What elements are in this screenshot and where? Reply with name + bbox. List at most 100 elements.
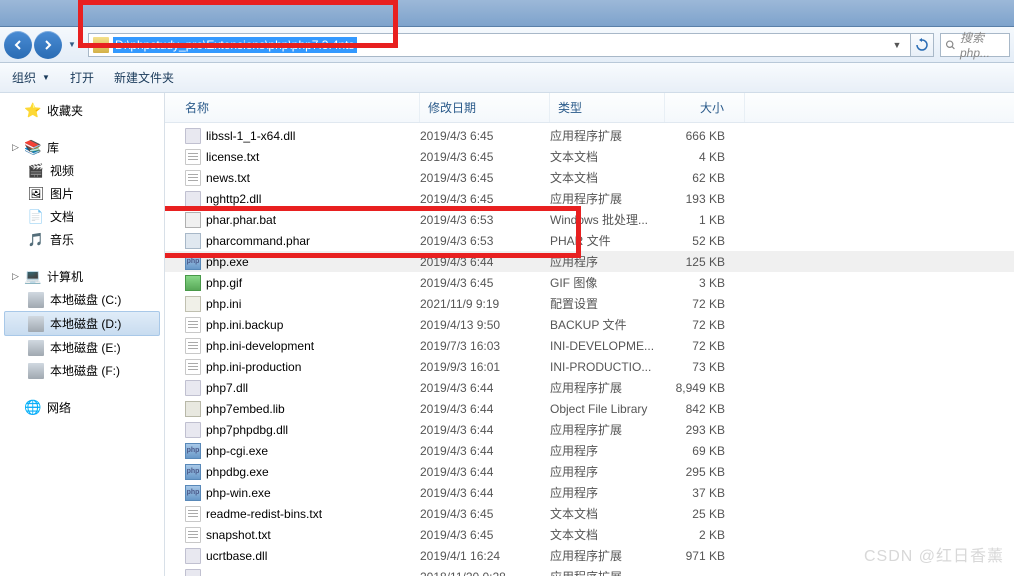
file-row[interactable]: php.gif 2019/4/3 6:45 GIF 图像 3 KB bbox=[165, 272, 1014, 293]
sidebar-item-label: 音乐 bbox=[50, 231, 74, 248]
file-row[interactable]: php.ini-development 2019/7/3 16:03 INI-D… bbox=[165, 335, 1014, 356]
sidebar-item[interactable]: 📄文档 bbox=[0, 205, 164, 228]
file-size: 72 KB bbox=[665, 297, 745, 311]
address-dropdown-icon[interactable]: ▼ bbox=[888, 40, 906, 50]
sidebar-drive-item[interactable]: 本地磁盘 (C:) bbox=[0, 288, 164, 311]
file-size: 842 KB bbox=[665, 402, 745, 416]
disk-icon bbox=[28, 363, 44, 379]
file-row[interactable]: readme-redist-bins.txt 2019/4/3 6:45 文本文… bbox=[165, 503, 1014, 524]
file-row[interactable]: php.ini 2021/11/9 9:19 配置设置 72 KB bbox=[165, 293, 1014, 314]
sidebar-item[interactable]: 🎬视频 bbox=[0, 159, 164, 182]
file-type: 应用程序扩展 bbox=[550, 568, 665, 576]
file-row[interactable]: news.txt 2019/4/3 6:45 文本文档 62 KB bbox=[165, 167, 1014, 188]
file-name: phpdbg.exe bbox=[206, 465, 269, 479]
file-size: 25 KB bbox=[665, 507, 745, 521]
file-row[interactable]: phpphp-cgi.exe 2019/4/3 6:44 应用程序 69 KB bbox=[165, 440, 1014, 461]
sidebar-item-label: 本地磁盘 (F:) bbox=[50, 362, 120, 379]
navigation-bar: ▼ D:\phpstudy_pro\Extensions\php\php7.3.… bbox=[0, 27, 1014, 63]
file-size: 293 KB bbox=[665, 423, 745, 437]
file-name: php7phpdbg.dll bbox=[206, 423, 288, 437]
folder-icon bbox=[93, 37, 109, 53]
organize-button[interactable]: 组织 ▼ bbox=[8, 67, 54, 88]
file-row[interactable]: php7.dll 2019/4/3 6:44 应用程序扩展 8,949 KB bbox=[165, 377, 1014, 398]
file-name: pharcommand.phar bbox=[206, 234, 310, 248]
file-icon bbox=[185, 317, 201, 333]
file-row[interactable]: phar.phar.bat 2019/4/3 6:53 Windows 批处理.… bbox=[165, 209, 1014, 230]
sidebar-item[interactable]: 🎵音乐 bbox=[0, 228, 164, 251]
address-bar[interactable]: D:\phpstudy_pro\Extensions\php\php7.3.4n… bbox=[88, 33, 911, 57]
column-headers: 名称 修改日期 类型 大小 bbox=[165, 93, 1014, 123]
file-date: 2019/4/3 6:45 bbox=[420, 528, 550, 542]
file-row[interactable]: phpphpdbg.exe 2019/4/3 6:44 应用程序 295 KB bbox=[165, 461, 1014, 482]
search-input[interactable]: 搜索 php... bbox=[940, 33, 1010, 57]
file-name: php7.dll bbox=[206, 381, 248, 395]
file-type: Windows 批处理... bbox=[550, 211, 665, 228]
search-icon bbox=[945, 38, 956, 52]
sidebar-drive-item[interactable]: 本地磁盘 (F:) bbox=[0, 359, 164, 382]
file-icon bbox=[185, 548, 201, 564]
file-date: 2019/4/3 6:45 bbox=[420, 150, 550, 164]
file-row[interactable]: phpphp.exe 2019/4/3 6:44 应用程序 125 KB bbox=[165, 251, 1014, 272]
file-row[interactable]: php.ini-production 2019/9/3 16:01 INI-PR… bbox=[165, 356, 1014, 377]
sidebar-item[interactable]: 🖼图片 bbox=[0, 182, 164, 205]
disk-icon bbox=[28, 292, 44, 308]
column-type[interactable]: 类型 bbox=[550, 93, 665, 122]
open-button[interactable]: 打开 bbox=[66, 67, 98, 88]
file-icon bbox=[185, 275, 201, 291]
file-row[interactable]: phpphp-win.exe 2019/4/3 6:44 应用程序 37 KB bbox=[165, 482, 1014, 503]
disk-icon bbox=[28, 340, 44, 356]
file-row[interactable]: libssl-1_1-x64.dll 2019/4/3 6:45 应用程序扩展 … bbox=[165, 125, 1014, 146]
file-name: php.exe bbox=[206, 255, 249, 269]
file-name: phar.phar.bat bbox=[206, 213, 276, 227]
file-icon bbox=[185, 338, 201, 354]
column-date[interactable]: 修改日期 bbox=[420, 93, 550, 122]
file-type: 应用程序 bbox=[550, 442, 665, 459]
file-name: php.ini-development bbox=[206, 339, 314, 353]
file-size: 8,949 KB bbox=[665, 381, 745, 395]
file-row[interactable]: license.txt 2019/4/3 6:45 文本文档 4 KB bbox=[165, 146, 1014, 167]
file-date: 2019/4/3 6:44 bbox=[420, 381, 550, 395]
file-list: libssl-1_1-x64.dll 2019/4/3 6:45 应用程序扩展 … bbox=[165, 123, 1014, 576]
new-folder-button[interactable]: 新建文件夹 bbox=[110, 67, 178, 88]
file-icon bbox=[185, 128, 201, 144]
file-date: 2019/4/3 6:53 bbox=[420, 234, 550, 248]
sidebar-item-label: 本地磁盘 (C:) bbox=[50, 291, 121, 308]
column-name[interactable]: 名称 bbox=[165, 93, 420, 122]
search-placeholder: 搜索 php... bbox=[960, 29, 1005, 60]
file-size: 295 KB bbox=[665, 465, 745, 479]
forward-button[interactable] bbox=[34, 31, 62, 59]
watermark: CSDN @红日香薰 bbox=[864, 542, 1004, 566]
file-row[interactable]: php7embed.lib 2019/4/3 6:44 Object File … bbox=[165, 398, 1014, 419]
star-icon: ⭐ bbox=[25, 103, 41, 119]
file-row[interactable]: pharcommand.phar 2019/4/3 6:53 PHAR 文件 5… bbox=[165, 230, 1014, 251]
file-row[interactable]: nghttp2.dll 2019/4/3 6:45 应用程序扩展 193 KB bbox=[165, 188, 1014, 209]
file-date: 2019/4/3 6:45 bbox=[420, 192, 550, 206]
file-date: 2019/4/3 6:44 bbox=[420, 465, 550, 479]
file-size: 72 KB bbox=[665, 339, 745, 353]
file-icon bbox=[185, 149, 201, 165]
back-button[interactable] bbox=[4, 31, 32, 59]
column-size[interactable]: 大小 bbox=[665, 93, 745, 122]
sidebar-network[interactable]: 🌐 网络 bbox=[0, 396, 164, 419]
file-icon bbox=[185, 506, 201, 522]
sidebar-drive-item[interactable]: 本地磁盘 (D:) bbox=[4, 311, 160, 336]
file-icon bbox=[185, 359, 201, 375]
file-size: 1 KB bbox=[665, 213, 745, 227]
file-row[interactable]: 2018/11/20 0:28 应用程序扩展 bbox=[165, 566, 1014, 576]
sidebar-computer[interactable]: ▷ 💻 计算机 bbox=[0, 265, 164, 288]
sidebar-libraries[interactable]: ▷ 📚 库 bbox=[0, 136, 164, 159]
refresh-button[interactable] bbox=[910, 33, 934, 57]
nav-history-dropdown[interactable]: ▼ bbox=[64, 35, 80, 55]
file-size: 125 KB bbox=[665, 255, 745, 269]
file-row[interactable]: php.ini.backup 2019/4/13 9:50 BACKUP 文件 … bbox=[165, 314, 1014, 335]
collapse-icon bbox=[10, 402, 21, 413]
sidebar-drive-item[interactable]: 本地磁盘 (E:) bbox=[0, 336, 164, 359]
file-date: 2019/4/3 6:45 bbox=[420, 129, 550, 143]
file-icon bbox=[185, 191, 201, 207]
file-icon bbox=[185, 233, 201, 249]
file-icon: php bbox=[185, 485, 201, 501]
sidebar-favorites[interactable]: ⭐ 收藏夹 bbox=[0, 99, 164, 122]
file-row[interactable]: php7phpdbg.dll 2019/4/3 6:44 应用程序扩展 293 … bbox=[165, 419, 1014, 440]
file-type: Object File Library bbox=[550, 402, 665, 416]
file-icon bbox=[185, 569, 201, 576]
